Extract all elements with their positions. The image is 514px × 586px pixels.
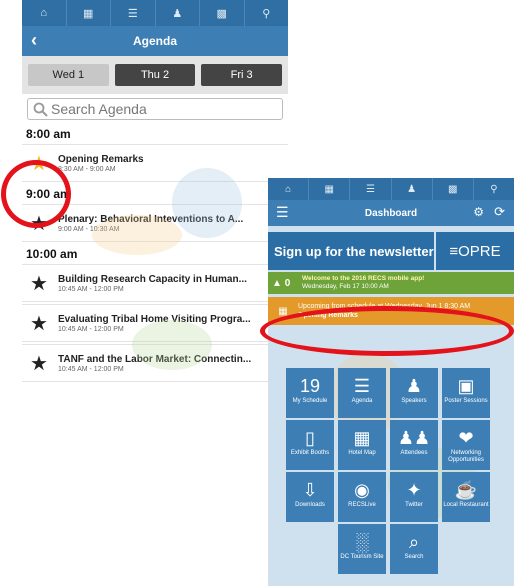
session-title: Opening Remarks — [58, 153, 144, 165]
search-icon — [33, 102, 48, 117]
people-icon: ♟♟ — [397, 428, 431, 448]
home-icon[interactable]: ⌂ — [22, 0, 67, 26]
session-time: 8:30 AM - 9:00 AM — [58, 165, 116, 173]
highlight-ring-star — [1, 160, 71, 228]
tile-dc-tourism-site[interactable]: ░ DC Tourism Site — [338, 524, 386, 574]
list-item[interactable]: ★ Building Research Capacity in Human...… — [22, 264, 288, 302]
search-icon[interactable]: ⚲ — [245, 0, 289, 26]
twitter-icon: ✦ — [406, 480, 422, 500]
tile-label: Networking Opportunities — [448, 450, 484, 463]
tile-label: Exhibit Booths — [290, 450, 330, 456]
tile-label: Agenda — [351, 398, 373, 404]
tile-label: Twitter — [405, 502, 423, 508]
star-icon[interactable]: ★ — [30, 271, 58, 296]
tile-local-restaurant[interactable]: ☕ Local Restaurant — [442, 472, 490, 522]
tile-downloads[interactable]: ⇩ Downloads — [286, 472, 334, 522]
tile-agenda[interactable]: ☰ Agenda — [338, 368, 386, 418]
speaker-icon: ♟ — [405, 376, 423, 396]
session-time: 10:45 AM - 12:00 PM — [58, 285, 124, 293]
tile-label: Local Restaurant — [443, 502, 489, 508]
tile-attendees[interactable]: ♟♟ Attendees — [390, 420, 438, 470]
tile-label: Search — [404, 554, 424, 560]
page-title: Agenda — [132, 34, 177, 48]
tile-hotel-map[interactable]: ▦ Hotel Map — [338, 420, 386, 470]
tile-label: RECSLive — [348, 502, 376, 508]
dashboard-header: ☰ Dashboard ⚙ ⟳ — [268, 200, 514, 226]
agenda-header: ‹ Agenda — [22, 26, 288, 56]
star-icon[interactable]: ★ — [30, 351, 58, 376]
session-title: Building Research Capacity in Human... — [58, 273, 247, 285]
search-input[interactable]: Search Agenda — [27, 98, 283, 120]
list-icon: ☰ — [353, 376, 371, 396]
booth-icon[interactable]: ▩ — [433, 178, 474, 200]
tile-label: Downloads — [295, 502, 325, 508]
booth-icon[interactable]: ▩ — [200, 0, 245, 26]
drink-icon: ☕ — [454, 480, 478, 500]
search-icon: ⌕ — [408, 532, 420, 552]
time-header: 8:00 am — [26, 127, 71, 141]
watermark-blob — [172, 168, 242, 238]
broadcast-icon: ◉ — [354, 480, 370, 500]
tab-day-1[interactable]: Wed 1 — [28, 64, 109, 86]
tile-my-schedule[interactable]: 19 My Schedule — [286, 368, 334, 418]
day-tabs: Wed 1 Thu 2 Fri 3 — [22, 56, 288, 94]
download-icon: ⇩ — [302, 480, 318, 500]
list-icon[interactable]: ☰ — [111, 0, 156, 26]
booth-icon: ▯ — [305, 428, 315, 448]
handshake-icon: ❤ — [458, 428, 474, 448]
top-nav: ⌂ ▦ ☰ ♟ ▩ ⚲ — [22, 0, 288, 26]
newsletter-text: Sign up for the newsletter — [268, 232, 436, 270]
tile-label: Speakers — [401, 398, 427, 404]
star-icon[interactable]: ★ — [30, 311, 58, 336]
agenda-screen: ⌂ ▦ ☰ ♟ ▩ ⚲ ‹ Agenda Wed 1 Thu 2 Fri 3 S… — [22, 0, 288, 586]
gear-icon[interactable]: ⚙ — [473, 205, 484, 219]
alert-line-1: Welcome to the 2016 RECS mobile app! — [302, 275, 425, 282]
refresh-icon[interactable]: ⟳ — [494, 204, 505, 220]
watermark-blob — [92, 215, 182, 255]
tile-twitter[interactable]: ✦ Twitter — [390, 472, 438, 522]
person-icon[interactable]: ♟ — [392, 178, 433, 200]
calendar-icon[interactable]: ▦ — [309, 178, 351, 200]
tile-search[interactable]: ⌕ Search — [390, 524, 438, 574]
highlight-ring-upcoming — [260, 306, 514, 356]
top-nav: ⌂ ▦ ☰ ♟ ▩ ⚲ — [268, 178, 514, 200]
list-icon[interactable]: ☰ — [350, 178, 392, 200]
tile-exhibit-booths[interactable]: ▯ Exhibit Booths — [286, 420, 334, 470]
calendar-icon: 19 — [299, 376, 321, 396]
tile-label: Hotel Map — [348, 450, 376, 456]
calendar-icon[interactable]: ▦ — [67, 0, 111, 26]
tile-label: My Schedule — [292, 398, 328, 404]
back-icon[interactable]: ‹ — [31, 30, 37, 51]
map-grid-icon: ▦ — [353, 428, 371, 448]
menu-icon[interactable]: ☰ — [276, 204, 289, 221]
tile-recslive[interactable]: ◉ RECSLive — [338, 472, 386, 522]
newsletter-banner[interactable]: Sign up for the newsletter ≡OPRE — [268, 232, 514, 270]
search-icon[interactable]: ⚲ — [474, 178, 514, 200]
easel-icon: ▣ — [457, 376, 475, 396]
alert-count: ▲ 0 — [272, 277, 291, 289]
person-icon[interactable]: ♟ — [156, 0, 200, 26]
tile-label: Poster Sessions — [444, 398, 488, 404]
tile-label: DC Tourism Site — [340, 554, 384, 560]
tile-networking-opportunities[interactable]: ❤ Networking Opportunities — [442, 420, 490, 470]
tile-label: Attendees — [400, 450, 428, 456]
home-icon[interactable]: ⌂ — [268, 178, 310, 200]
alert-count-value: 0 — [284, 277, 291, 289]
tile-speakers[interactable]: ♟ Speakers — [390, 368, 438, 418]
opre-logo: ≡OPRE — [449, 242, 501, 260]
tab-day-2[interactable]: Thu 2 — [114, 64, 196, 86]
landmark-icon: ░ — [355, 532, 369, 552]
dashboard-screen: ⌂ ▦ ☰ ♟ ▩ ⚲ ☰ Dashboard ⚙ ⟳ Sign up for … — [268, 178, 514, 586]
search-placeholder: Search Agenda — [51, 101, 147, 117]
watermark-blob — [132, 320, 212, 370]
tab-day-3[interactable]: Fri 3 — [201, 64, 283, 86]
alert-line-2: Wednesday, Feb 17 10:00 AM — [302, 283, 389, 290]
tile-poster-sessions[interactable]: ▣ Poster Sessions — [442, 368, 490, 418]
alert-bar[interactable]: ▲ 0 Welcome to the 2016 RECS mobile app!… — [268, 272, 514, 294]
